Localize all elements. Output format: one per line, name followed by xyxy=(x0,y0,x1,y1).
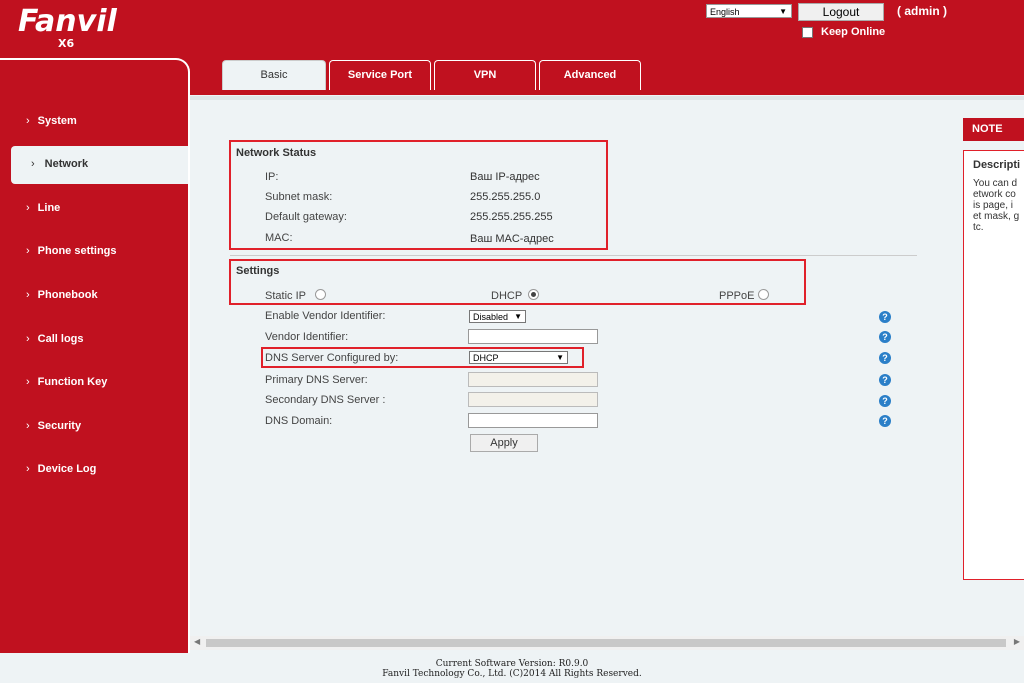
mac-value: Ваш MAC-адрес xyxy=(470,233,554,245)
keep-online-label: Keep Online xyxy=(821,26,886,38)
sidebar-item-call-logs[interactable]: › Call logs xyxy=(26,333,84,345)
pppoe-radio[interactable] xyxy=(758,289,769,300)
footer: Current Software Version: R0.9.0 Fanvil … xyxy=(0,653,1024,683)
help-icon[interactable]: ? xyxy=(879,311,891,323)
static-ip-radio[interactable] xyxy=(315,289,326,300)
dns-config-select[interactable]: DHCP ▼ xyxy=(469,351,568,364)
note-text: You can d etwork co is page, i et mask, … xyxy=(973,178,1020,233)
chevron-down-icon: ▼ xyxy=(556,353,564,362)
note-title: Descripti xyxy=(973,159,1021,171)
keep-online-checkbox[interactable] xyxy=(802,26,813,38)
ip-value: Ваш IP-адрес xyxy=(470,171,540,183)
chevron-right-icon: › xyxy=(26,376,30,388)
sidebar-item-phonebook[interactable]: › Phonebook xyxy=(26,289,98,301)
default-gateway-value: 255.255.255.255 xyxy=(470,211,553,223)
vendor-id-label: Vendor Identifier: xyxy=(265,331,349,343)
vendor-id-input[interactable] xyxy=(468,329,598,344)
help-icon[interactable]: ? xyxy=(879,374,891,386)
user-label: ( admin ) xyxy=(897,4,947,18)
settings-title: Settings xyxy=(236,265,280,277)
dns-config-label: DNS Server Configured by: xyxy=(265,352,399,364)
dhcp-label: DHCP xyxy=(491,290,523,302)
horizontal-scrollbar[interactable]: ◀ ▶ xyxy=(190,636,1024,650)
subnet-mask-label: Subnet mask: xyxy=(265,191,333,203)
secondary-dns-input[interactable] xyxy=(468,392,598,407)
tab-basic[interactable]: Basic xyxy=(222,60,326,90)
scrollbar-thumb[interactable] xyxy=(206,639,1006,647)
section-divider xyxy=(230,255,917,256)
copyright: Fanvil Technology Co., Ltd. (C)2014 All … xyxy=(382,669,642,679)
scroll-left-icon[interactable]: ◀ xyxy=(194,637,200,646)
chevron-right-icon: › xyxy=(26,115,30,127)
fanvil-logo: Fanvil xyxy=(18,4,117,39)
vendor-enable-value: Disabled xyxy=(473,312,509,322)
tab-bar: Basic Service Port VPN Advanced xyxy=(222,60,644,90)
sidebar-item-device-log[interactable]: › Device Log xyxy=(26,463,96,475)
mac-label: MAC: xyxy=(265,232,293,244)
help-icon[interactable]: ? xyxy=(879,331,891,343)
help-icon[interactable]: ? xyxy=(879,395,891,407)
chevron-right-icon: › xyxy=(31,158,35,170)
dns-config-value: DHCP xyxy=(473,353,499,363)
network-status-title: Network Status xyxy=(236,147,317,159)
ip-label: IP: xyxy=(265,171,279,183)
content-top-border xyxy=(190,96,1024,100)
sidebar-item-line[interactable]: › Line xyxy=(26,202,60,214)
chevron-right-icon: › xyxy=(26,420,30,432)
help-icon[interactable]: ? xyxy=(879,352,891,364)
chevron-down-icon: ▼ xyxy=(779,7,787,16)
software-version: Current Software Version: R0.9.0 xyxy=(435,659,589,669)
tab-advanced[interactable]: Advanced xyxy=(539,60,641,90)
default-gateway-label: Default gateway: xyxy=(265,211,347,223)
dns-domain-label: DNS Domain: xyxy=(265,415,333,427)
sidebar-item-phone-settings[interactable]: › Phone settings xyxy=(26,245,117,257)
language-select[interactable]: English ▼ xyxy=(706,4,792,18)
note-panel: Descripti You can d etwork co is page, i… xyxy=(963,150,1024,580)
sidebar-item-security[interactable]: › Security xyxy=(26,420,81,432)
chevron-right-icon: › xyxy=(26,245,30,257)
subnet-mask-value: 255.255.255.0 xyxy=(470,191,541,203)
tab-vpn[interactable]: VPN xyxy=(434,60,536,90)
vendor-enable-select[interactable]: Disabled ▼ xyxy=(469,310,526,323)
pppoe-label: PPPoE xyxy=(719,290,755,302)
dhcp-radio[interactable] xyxy=(528,289,539,300)
keep-online-toggle[interactable]: Keep Online xyxy=(802,26,885,38)
sidebar-item-system[interactable]: › System xyxy=(26,115,77,127)
sidebar-item-function-key[interactable]: › Function Key xyxy=(26,376,107,388)
primary-dns-label: Primary DNS Server: xyxy=(265,374,368,386)
vendor-enable-label: Enable Vendor Identifier: xyxy=(265,310,386,322)
apply-button[interactable]: Apply xyxy=(470,434,538,452)
primary-dns-input[interactable] xyxy=(468,372,598,387)
note-header: NOTE xyxy=(963,118,1024,141)
sidebar-item-network[interactable]: › Network xyxy=(11,146,188,184)
chevron-right-icon: › xyxy=(26,333,30,345)
help-icon[interactable]: ? xyxy=(879,415,891,427)
language-value: English xyxy=(710,7,740,17)
logout-button[interactable]: Logout xyxy=(798,3,884,21)
chevron-right-icon: › xyxy=(26,289,30,301)
secondary-dns-label: Secondary DNS Server : xyxy=(265,394,386,406)
tab-service-port[interactable]: Service Port xyxy=(329,60,431,90)
chevron-right-icon: › xyxy=(26,463,30,475)
scroll-right-icon[interactable]: ▶ xyxy=(1014,637,1020,646)
static-ip-label: Static IP xyxy=(265,290,306,302)
model-label: X6 xyxy=(58,37,75,50)
chevron-down-icon: ▼ xyxy=(514,312,522,321)
dns-domain-input[interactable] xyxy=(468,413,598,428)
chevron-right-icon: › xyxy=(26,202,30,214)
